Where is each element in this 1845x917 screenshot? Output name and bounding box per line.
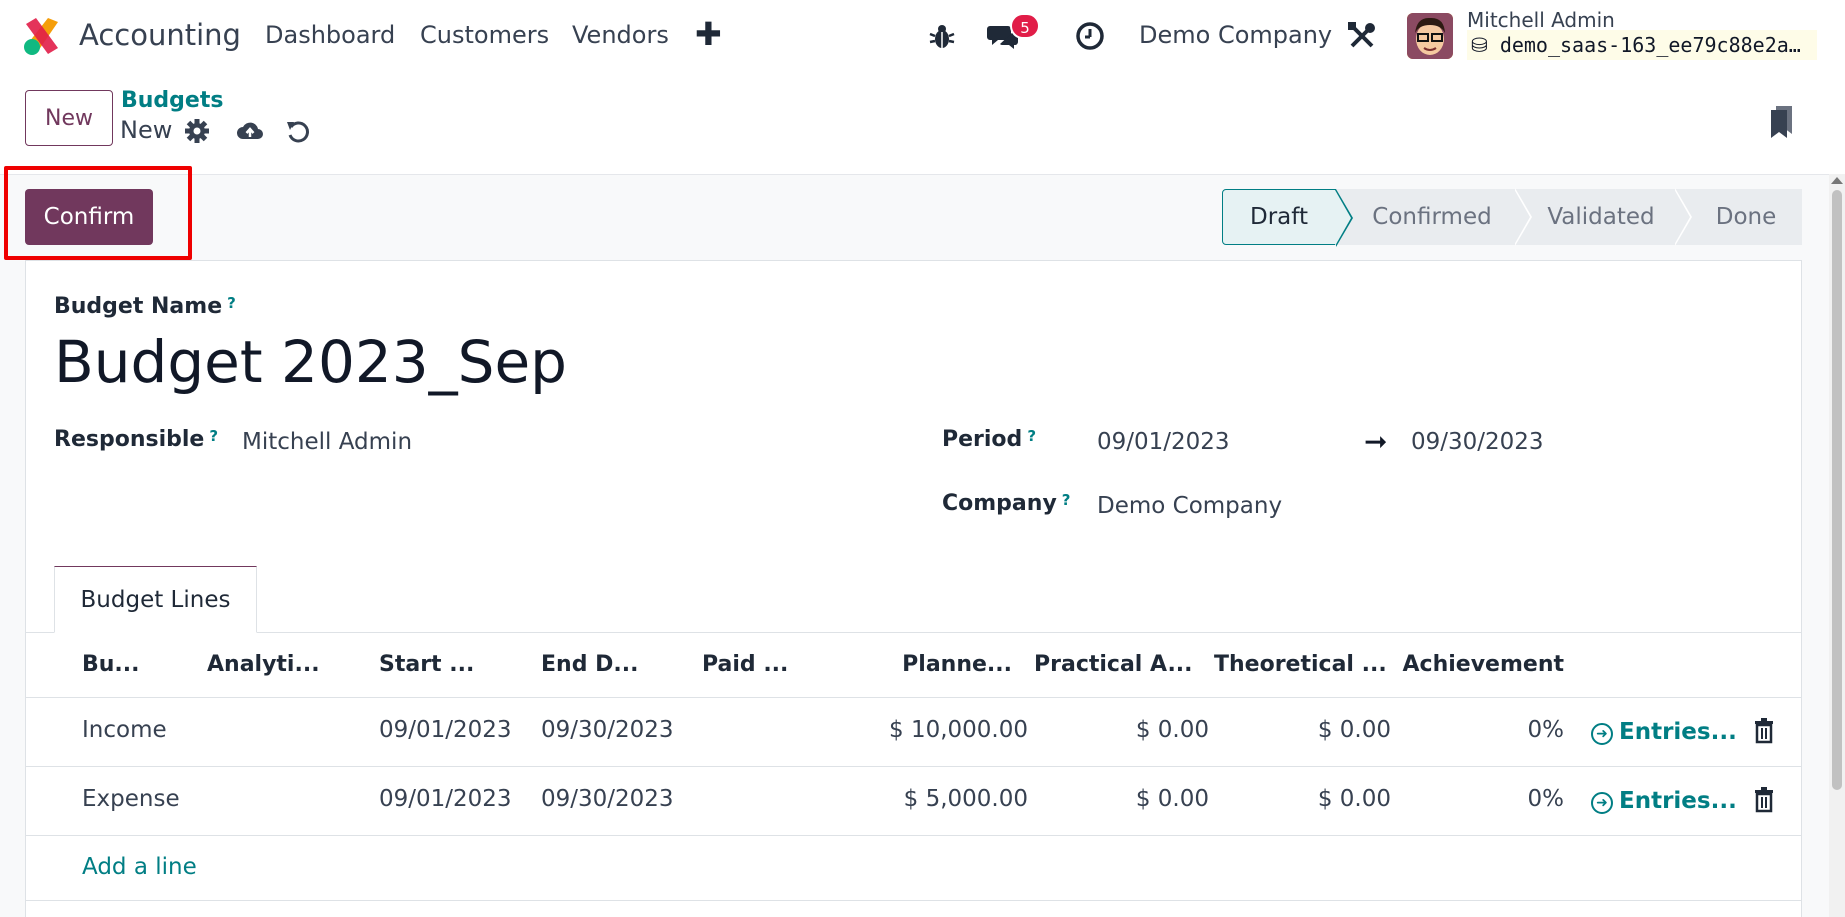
bug-icon[interactable] xyxy=(926,20,958,52)
bookmark-icon[interactable] xyxy=(1768,104,1796,138)
cell-start: 09/01/2023 xyxy=(379,717,512,743)
add-line-link[interactable]: Add a line xyxy=(82,854,197,880)
col-budgetary-position[interactable]: Bu... xyxy=(82,652,140,677)
header-divider xyxy=(25,697,1802,698)
tools-icon[interactable] xyxy=(1346,20,1378,52)
row-divider xyxy=(25,766,1802,767)
entries-label: Entries... xyxy=(1619,719,1737,745)
col-practical-amount[interactable]: Practical A... xyxy=(1034,652,1193,677)
gear-icon[interactable] xyxy=(183,117,211,145)
arrow-right-icon: ➞ xyxy=(1364,425,1388,458)
cell-theoretical: $ 0.00 xyxy=(1317,717,1391,743)
cell-position: Income xyxy=(82,717,167,743)
period-start-field[interactable]: 09/01/2023 xyxy=(1097,429,1230,455)
help-tooltip[interactable]: ? xyxy=(209,427,218,445)
cell-practical: $ 0.00 xyxy=(1135,717,1209,743)
cell-achievement: 0% xyxy=(1527,786,1565,812)
messages-count-badge: 5 xyxy=(1010,13,1040,39)
stage-draft[interactable]: Draft xyxy=(1222,189,1353,247)
top-navbar: Accounting Dashboard Customers Vendors ✚… xyxy=(0,0,1845,72)
cell-position: Expense xyxy=(82,786,180,812)
database-name: ⛁ demo_saas-163_ee79c88e2a… xyxy=(1467,30,1817,60)
avatar[interactable] xyxy=(1407,13,1453,59)
confirm-button[interactable]: Confirm xyxy=(25,189,153,245)
new-button[interactable]: New xyxy=(25,90,113,146)
stage-done[interactable]: Done xyxy=(1674,189,1802,245)
cell-achievement: 0% xyxy=(1527,717,1565,743)
entries-button[interactable]: ➜ Entries... xyxy=(1591,719,1737,745)
col-achievement[interactable]: Achievement xyxy=(1400,652,1564,677)
cell-practical: $ 0.00 xyxy=(1135,786,1209,812)
scroll-up-arrow[interactable] xyxy=(1831,177,1843,184)
help-tooltip[interactable]: ? xyxy=(1027,427,1036,445)
record-title: New xyxy=(120,116,173,144)
col-end-date[interactable]: End D... xyxy=(541,652,638,677)
cell-end: 09/30/2023 xyxy=(541,717,674,743)
user-name[interactable]: Mitchell Admin xyxy=(1467,8,1615,32)
stage-draft-label: Draft xyxy=(1250,204,1308,230)
col-start-date[interactable]: Start ... xyxy=(379,652,474,677)
status-bar: Draft Confirmed Validated Done xyxy=(1222,188,1802,247)
col-analytic-account[interactable]: Analyti... xyxy=(207,652,320,677)
arrow-circle-right-icon: ➜ xyxy=(1591,792,1613,814)
stage-validated[interactable]: Validated xyxy=(1514,188,1692,246)
trash-icon[interactable] xyxy=(1753,787,1775,813)
budget-name-label: Budget Name? xyxy=(54,294,236,319)
budget-name-field[interactable]: Budget 2023_Sep xyxy=(54,328,567,396)
responsible-label: Responsible? xyxy=(54,427,219,452)
tab-divider xyxy=(25,632,1802,633)
stage-done-label: Done xyxy=(1715,204,1777,230)
breadcrumb-budgets[interactable]: Budgets xyxy=(121,88,223,113)
row-divider xyxy=(25,835,1802,836)
stage-validated-label: Validated xyxy=(1547,204,1655,230)
help-tooltip[interactable]: ? xyxy=(1062,491,1071,509)
col-planned-amount[interactable]: Planne... xyxy=(880,652,1012,677)
database-label: demo_saas-163_ee79c88e2a… xyxy=(1499,33,1801,57)
app-logo-icon[interactable] xyxy=(22,16,62,56)
stage-confirmed[interactable]: Confirmed xyxy=(1336,188,1532,246)
company-label: Company? xyxy=(942,491,1071,516)
cloud-upload-icon[interactable] xyxy=(236,117,264,145)
menu-customers[interactable]: Customers xyxy=(420,21,549,49)
cell-start: 09/01/2023 xyxy=(379,786,512,812)
col-theoretical-amount[interactable]: Theoretical ... xyxy=(1214,652,1387,677)
app-name[interactable]: Accounting xyxy=(79,18,241,52)
cell-theoretical: $ 0.00 xyxy=(1317,786,1391,812)
entries-label: Entries... xyxy=(1619,788,1737,814)
database-icon: ⛁ xyxy=(1471,33,1488,57)
period-end-field[interactable]: 09/30/2023 xyxy=(1411,429,1544,455)
row-divider xyxy=(25,900,1802,901)
period-label: Period? xyxy=(942,427,1037,452)
stage-confirmed-label: Confirmed xyxy=(1372,204,1492,230)
tab-budget-lines[interactable]: Budget Lines xyxy=(54,566,257,633)
cell-end: 09/30/2023 xyxy=(541,786,674,812)
help-tooltip[interactable]: ? xyxy=(227,294,236,312)
entries-button[interactable]: ➜ Entries... xyxy=(1591,788,1737,814)
menu-vendors[interactable]: Vendors xyxy=(572,21,669,49)
clock-icon[interactable] xyxy=(1074,20,1106,52)
undo-icon[interactable] xyxy=(284,117,312,145)
col-paid-date[interactable]: Paid ... xyxy=(702,652,788,677)
company-switcher[interactable]: Demo Company xyxy=(1139,21,1332,49)
scrollbar-thumb[interactable] xyxy=(1832,190,1842,790)
menu-dashboard[interactable]: Dashboard xyxy=(265,21,395,49)
cell-planned: $ 10,000.00 xyxy=(889,717,1028,743)
responsible-field[interactable]: Mitchell Admin xyxy=(242,429,412,455)
add-menu-icon[interactable]: ✚ xyxy=(695,15,722,53)
trash-icon[interactable] xyxy=(1753,718,1775,744)
arrow-circle-right-icon: ➜ xyxy=(1591,723,1613,745)
company-field[interactable]: Demo Company xyxy=(1097,493,1282,519)
cell-planned: $ 5,000.00 xyxy=(903,786,1028,812)
